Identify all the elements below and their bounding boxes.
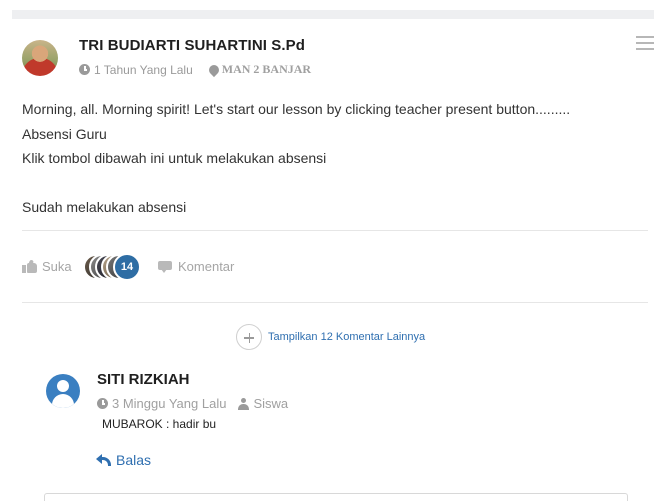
like-button[interactable]: Suka xyxy=(42,259,72,274)
post-body-line: Sudah melakukan absensi xyxy=(22,199,187,215)
thumbs-up-icon[interactable] xyxy=(22,259,38,273)
likers-avatar-stack[interactable]: 14 xyxy=(83,252,163,282)
post-header: TRI BUDIARTI SUHARTINI S.Pd 1 Tahun Yang… xyxy=(22,36,642,78)
comment-time: 3 Minggu Yang Lalu xyxy=(112,396,227,411)
post-actions: Suka 14 Komentar xyxy=(22,252,642,282)
comment-item: SITI RIZKIAH 3 Minggu Yang Lalu Siswa MU… xyxy=(46,370,626,470)
menu-icon[interactable] xyxy=(636,36,654,52)
post-body: Morning, all. Morning spirit! Let's star… xyxy=(22,97,642,220)
divider xyxy=(22,302,648,303)
comment-input-box[interactable] xyxy=(44,493,628,501)
like-count-badge[interactable]: 14 xyxy=(113,253,141,281)
post-body-line: Absensi Guru xyxy=(22,125,107,142)
comment-meta: 3 Minggu Yang Lalu Siswa xyxy=(97,396,288,411)
top-separator xyxy=(12,10,654,19)
post-school: MAN 2 BANJAR xyxy=(221,62,312,76)
comment-icon[interactable] xyxy=(158,261,172,273)
clock-icon xyxy=(97,398,108,409)
divider xyxy=(22,230,648,231)
show-more-comments[interactable]: Tampilkan 12 Komentar Lainnya xyxy=(236,324,425,350)
comment-text: MUBAROK : hadir bu xyxy=(102,417,217,431)
post-time: 1 Tahun Yang Lalu xyxy=(94,62,193,77)
plus-icon[interactable] xyxy=(236,324,262,350)
post-body-line: Morning, all. Morning spirit! Let's star… xyxy=(22,101,571,117)
post-meta: 1 Tahun Yang Lalu MAN 2 BANJAR xyxy=(79,62,311,77)
comment-role: Siswa xyxy=(253,396,289,411)
comment-button[interactable]: Komentar xyxy=(178,259,234,274)
comment-author-name[interactable]: SITI RIZKIAH xyxy=(97,371,190,388)
post-body-line: Klik tombol dibawah ini untuk melakukan … xyxy=(22,150,327,166)
map-pin-icon xyxy=(206,62,221,77)
post-author-name[interactable]: TRI BUDIARTI SUHARTINI S.Pd xyxy=(79,37,305,54)
author-avatar[interactable] xyxy=(22,40,58,76)
reply-button[interactable]: Balas xyxy=(96,452,151,468)
post-body-line xyxy=(22,171,642,196)
reply-icon[interactable] xyxy=(96,453,112,467)
show-more-comments-link[interactable]: Tampilkan 12 Komentar Lainnya xyxy=(268,331,425,343)
reply-label[interactable]: Balas xyxy=(116,452,151,468)
user-icon[interactable] xyxy=(46,374,80,408)
clock-icon xyxy=(79,64,90,75)
person-icon xyxy=(238,397,250,410)
